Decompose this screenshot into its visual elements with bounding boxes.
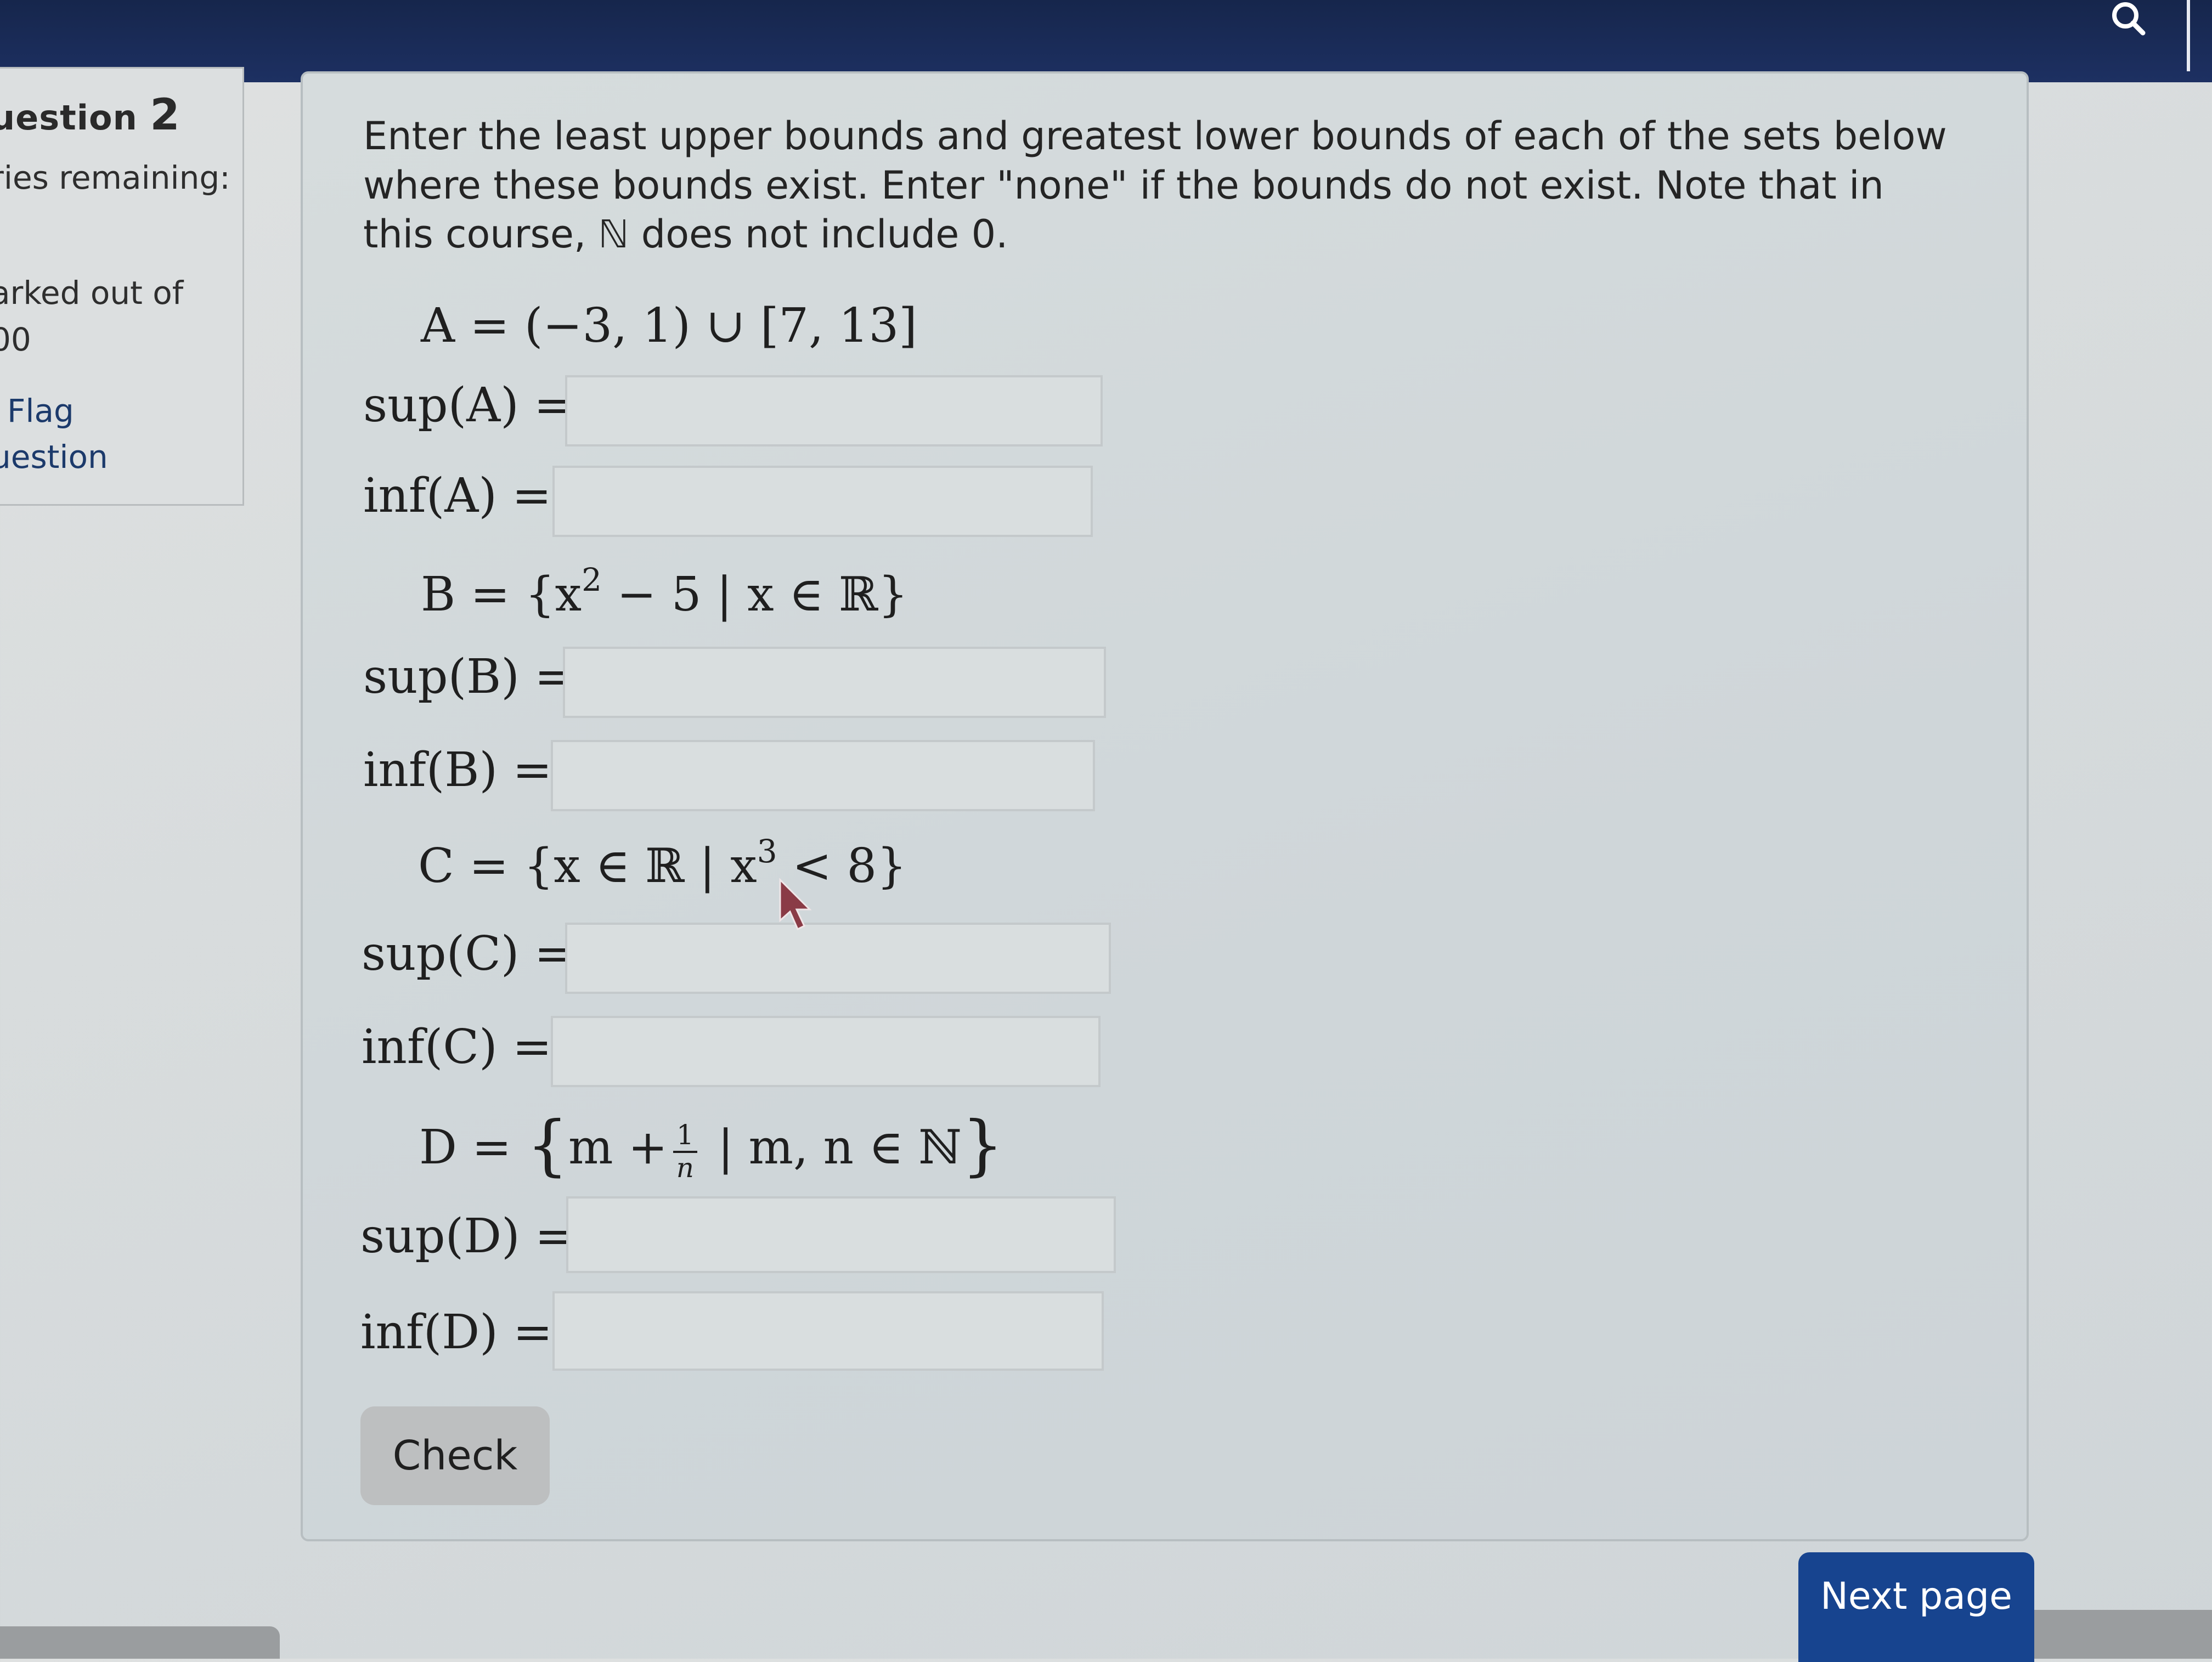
inf-a-input[interactable] xyxy=(552,466,1093,537)
set-c-exponent: 3 xyxy=(757,833,777,870)
bottom-right-strip xyxy=(2030,1610,2212,1659)
inf-a-label: inf(A) = xyxy=(363,468,552,523)
set-d-definition-start: D = xyxy=(419,1120,527,1175)
set-d-open-brace: { xyxy=(526,1107,569,1184)
set-b-exponent: 2 xyxy=(582,561,602,598)
sup-d-label: sup(D) = xyxy=(360,1209,575,1264)
inf-c-label: inf(C) = xyxy=(362,1020,552,1075)
check-button[interactable]: Check xyxy=(360,1406,550,1505)
bottom-left-strip xyxy=(0,1626,280,1659)
flag-label: Flag xyxy=(7,392,74,429)
question-label: uestion xyxy=(0,98,138,138)
question-info-panel: uestion 2 ries remaining: arked out of 0… xyxy=(0,67,244,506)
fraction-denominator: n xyxy=(676,1151,694,1184)
flag-question-link[interactable]: Flag uestion xyxy=(0,392,108,476)
inf-d-label: inf(D) = xyxy=(360,1305,553,1360)
sup-b-label: sup(B) = xyxy=(363,649,574,704)
set-d-definition-end: | m, n ∈ ℕ xyxy=(702,1120,962,1175)
question-content-panel: Enter the least upper bounds and greates… xyxy=(301,71,2029,1541)
set-d-definition-mid: m + xyxy=(568,1120,668,1175)
inf-b-label: inf(B) = xyxy=(363,743,552,798)
set-b-definition-end: − 5 | x ∈ ℝ} xyxy=(602,567,909,622)
sup-c-input[interactable] xyxy=(565,923,1111,994)
marked-out-of-label: arked out of xyxy=(0,274,184,312)
set-b-definition-start: B = {x xyxy=(421,567,582,622)
tries-remaining-label: ries remaining: xyxy=(0,159,230,196)
set-d-definition: D = {m +1 n | m, n ∈ ℕ} xyxy=(419,1107,1003,1184)
sup-a-input[interactable] xyxy=(565,375,1103,446)
set-d-close-brace: } xyxy=(962,1107,1004,1184)
set-c-definition-start: C = {x ∈ ℝ | x xyxy=(418,839,757,894)
inf-c-input[interactable] xyxy=(551,1016,1101,1087)
set-a-definition: A = (−3, 1) ∪ [7, 13] xyxy=(421,298,917,353)
sup-d-input[interactable] xyxy=(566,1196,1116,1273)
question-prompt: Enter the least upper bounds and greates… xyxy=(363,114,1947,257)
top-navigation-bar xyxy=(0,0,2212,82)
flag-question-label: uestion xyxy=(0,438,108,476)
topbar-divider xyxy=(2187,0,2190,71)
marked-out-of-value: 00 xyxy=(0,321,31,358)
inf-b-input[interactable] xyxy=(551,740,1095,811)
fraction-numerator: 1 xyxy=(673,1121,697,1153)
set-d-fraction: 1n xyxy=(673,1121,697,1182)
mouse-pointer-icon xyxy=(779,878,812,931)
sup-b-input[interactable] xyxy=(563,647,1106,718)
question-number: 2 xyxy=(150,91,180,140)
next-page-button[interactable]: Next page xyxy=(1798,1552,2034,1662)
sup-a-label: sup(A) = xyxy=(363,378,574,433)
inf-d-input[interactable] xyxy=(552,1291,1104,1371)
question-number-heading: uestion 2 xyxy=(0,91,180,140)
sup-c-label: sup(C) = xyxy=(362,926,574,981)
set-c-definition: C = {x ∈ ℝ | x3 < 8} xyxy=(418,835,907,894)
search-icon[interactable] xyxy=(2108,0,2152,38)
set-b-definition: B = {x2 − 5 | x ∈ ℝ} xyxy=(421,564,909,622)
